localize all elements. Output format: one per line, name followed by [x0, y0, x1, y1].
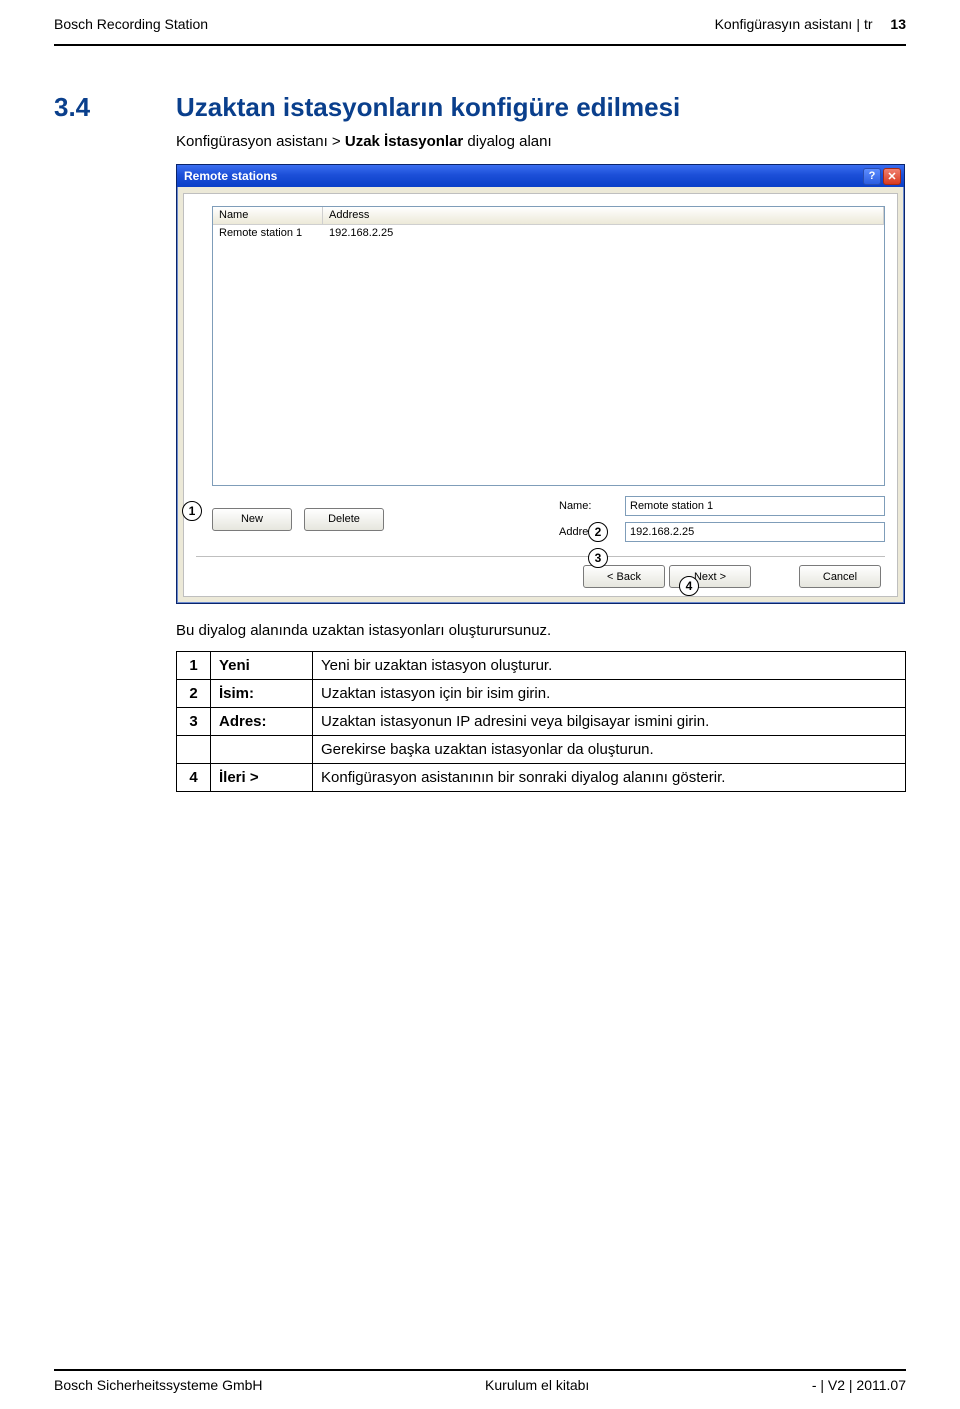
nav-row: < Back Next > Cancel — [196, 565, 885, 588]
header-section-name: Konfigürasyın asistanı — [715, 16, 853, 32]
footer-center: Kurulum el kitabı — [485, 1377, 589, 1393]
delete-button[interactable]: Delete — [304, 508, 384, 531]
legend-num: 2 — [177, 680, 211, 708]
dialog-body: Name Address Remote station 1 192.168.2.… — [183, 193, 898, 597]
legend-desc: Uzaktan istasyon için bir isim girin. — [313, 680, 906, 708]
section-heading-row: 3.4 Uzaktan istasyonların konfigüre edil… — [54, 92, 906, 792]
cancel-button[interactable]: Cancel — [799, 565, 881, 588]
column-address[interactable]: Address — [323, 207, 884, 225]
header-pipe: | — [856, 16, 860, 32]
callout-1: 1 — [182, 501, 202, 521]
callout-4: 4 — [679, 576, 699, 596]
address-input[interactable] — [625, 522, 885, 542]
section-number: 3.4 — [54, 92, 176, 792]
legend-num: 1 — [177, 652, 211, 680]
content: 3.4 Uzaktan istasyonların konfigüre edil… — [0, 46, 960, 792]
page-header: Bosch Recording Station Konfigürasyın as… — [0, 0, 960, 40]
legend-row: 3Adres:Uzaktan istasyonun IP adresini ve… — [177, 708, 906, 736]
legend-desc: Yeni bir uzaktan istasyon oluşturur. — [313, 652, 906, 680]
button-row: New Delete Name: Address: — [212, 496, 885, 542]
legend-num — [177, 736, 211, 764]
list-header: Name Address — [213, 207, 884, 225]
header-lang: tr — [864, 16, 873, 32]
legend-key: Yeni — [211, 652, 313, 680]
name-label: Name: — [559, 500, 619, 512]
legend-key: İsim: — [211, 680, 313, 708]
remote-stations-dialog: Remote stations ? ✕ Name Address — [176, 164, 905, 604]
subtitle-prefix: Konfigürasyon asistanı > — [176, 133, 345, 150]
field-grid: Name: Address: — [559, 496, 885, 542]
close-button[interactable]: ✕ — [883, 168, 901, 185]
help-button[interactable]: ? — [863, 168, 881, 185]
legend-row: 1YeniYeni bir uzaktan istasyon oluşturur… — [177, 652, 906, 680]
legend-num: 4 — [177, 764, 211, 792]
callout-2: 2 — [588, 522, 608, 542]
section-subtitle: Konfigürasyon asistanı > Uzak İstasyonla… — [176, 133, 906, 150]
nav-spacer — [755, 565, 795, 588]
legend-key: İleri > — [211, 764, 313, 792]
dialog-title: Remote stations — [184, 169, 863, 183]
header-right: Konfigürasyın asistanı|tr 13 — [715, 16, 906, 32]
legend-desc: Uzaktan istasyonun IP adresini veya bilg… — [313, 708, 906, 736]
legend-row: 2İsim:Uzaktan istasyon için bir isim gir… — [177, 680, 906, 708]
dialog-separator — [196, 556, 885, 557]
description-text: Bu diyalog alanında uzaktan istasyonları… — [176, 622, 906, 639]
name-input[interactable] — [625, 496, 885, 516]
subtitle-bold: Uzak İstasyonlar — [345, 133, 463, 150]
callout-3: 3 — [588, 548, 608, 568]
legend-row: 4İleri >Konfigürasyon asistanının bir so… — [177, 764, 906, 792]
cell-name: Remote station 1 — [213, 226, 323, 240]
back-button[interactable]: < Back — [583, 565, 665, 588]
legend-desc: Konfigürasyon asistanının bir sonraki di… — [313, 764, 906, 792]
new-button[interactable]: New — [212, 508, 292, 531]
dialog-titlebar: Remote stations ? ✕ — [177, 165, 904, 187]
page-footer: Bosch Sicherheitssysteme GmbH Kurulum el… — [0, 1369, 960, 1393]
section-title: Uzaktan istasyonların konfigüre edilmesi — [176, 92, 906, 123]
stations-list[interactable]: Name Address Remote station 1 192.168.2.… — [212, 206, 885, 486]
cell-address: 192.168.2.25 — [323, 226, 884, 240]
footer-right: - | V2 | 2011.07 — [812, 1377, 906, 1393]
legend-table: 1YeniYeni bir uzaktan istasyon oluşturur… — [176, 651, 906, 792]
dialog-wrap: 1 2 3 4 Remote stations ? ✕ — [176, 164, 906, 604]
legend-key: Adres: — [211, 708, 313, 736]
legend-num: 3 — [177, 708, 211, 736]
legend-key — [211, 736, 313, 764]
header-left: Bosch Recording Station — [54, 16, 208, 32]
footer-left: Bosch Sicherheitssysteme GmbH — [54, 1377, 263, 1393]
list-row[interactable]: Remote station 1 192.168.2.25 — [213, 225, 884, 241]
page-number: 13 — [890, 16, 906, 32]
column-name[interactable]: Name — [213, 207, 323, 225]
legend-row: Gerekirse başka uzaktan istasyonlar da o… — [177, 736, 906, 764]
footer-rule — [54, 1369, 906, 1371]
legend-desc: Gerekirse başka uzaktan istasyonlar da o… — [313, 736, 906, 764]
subtitle-suffix: diyalog alanı — [463, 133, 551, 150]
